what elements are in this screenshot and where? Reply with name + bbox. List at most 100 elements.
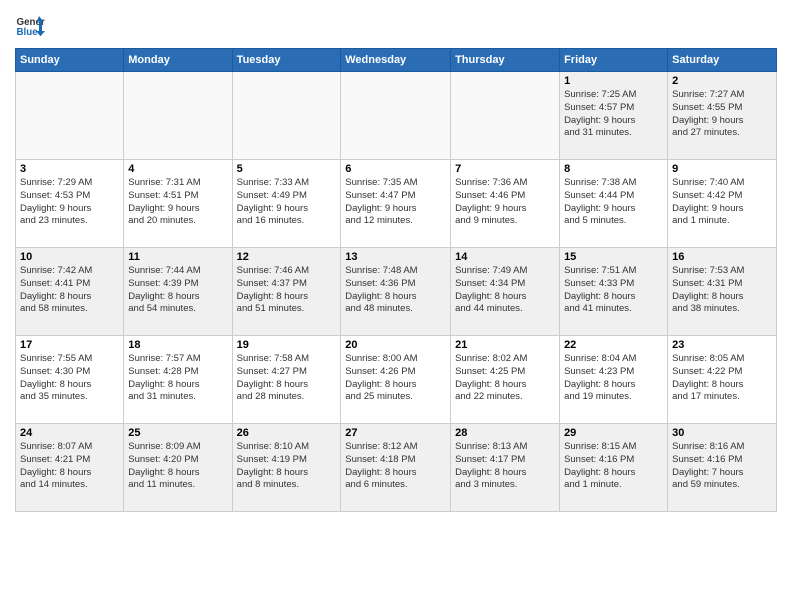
day-info: Sunrise: 8:16 AM Sunset: 4:16 PM Dayligh… bbox=[672, 441, 772, 492]
day-info: Sunrise: 8:12 AM Sunset: 4:18 PM Dayligh… bbox=[345, 441, 446, 492]
day-info: Sunrise: 8:10 AM Sunset: 4:19 PM Dayligh… bbox=[237, 441, 337, 492]
day-info: Sunrise: 8:04 AM Sunset: 4:23 PM Dayligh… bbox=[564, 353, 663, 404]
day-number: 23 bbox=[672, 339, 772, 351]
calendar-week-4: 17 Sunrise: 7:55 AM Sunset: 4:30 PM Dayli… bbox=[16, 336, 777, 424]
calendar-cell: 18 Sunrise: 7:57 AM Sunset: 4:28 PM Dayli… bbox=[124, 336, 232, 424]
day-number: 2 bbox=[672, 75, 772, 87]
day-info: Sunrise: 7:46 AM Sunset: 4:37 PM Dayligh… bbox=[237, 265, 337, 316]
day-number: 6 bbox=[345, 163, 446, 175]
calendar-cell bbox=[124, 72, 232, 160]
day-info: Sunrise: 7:25 AM Sunset: 4:57 PM Dayligh… bbox=[564, 89, 663, 140]
calendar-cell: 10 Sunrise: 7:42 AM Sunset: 4:41 PM Dayli… bbox=[16, 248, 124, 336]
calendar-cell: 8 Sunrise: 7:38 AM Sunset: 4:44 PM Daylig… bbox=[560, 160, 668, 248]
day-info: Sunrise: 7:48 AM Sunset: 4:36 PM Dayligh… bbox=[345, 265, 446, 316]
day-number: 24 bbox=[20, 427, 119, 439]
calendar-cell bbox=[341, 72, 451, 160]
day-info: Sunrise: 8:13 AM Sunset: 4:17 PM Dayligh… bbox=[455, 441, 555, 492]
weekday-header-tuesday: Tuesday bbox=[232, 49, 341, 72]
day-number: 18 bbox=[128, 339, 227, 351]
calendar-cell bbox=[451, 72, 560, 160]
calendar-cell: 1 Sunrise: 7:25 AM Sunset: 4:57 PM Daylig… bbox=[560, 72, 668, 160]
calendar-cell: 27 Sunrise: 8:12 AM Sunset: 4:18 PM Dayli… bbox=[341, 424, 451, 512]
day-info: Sunrise: 7:44 AM Sunset: 4:39 PM Dayligh… bbox=[128, 265, 227, 316]
day-info: Sunrise: 7:35 AM Sunset: 4:47 PM Dayligh… bbox=[345, 177, 446, 228]
day-number: 13 bbox=[345, 251, 446, 263]
calendar-cell: 20 Sunrise: 8:00 AM Sunset: 4:26 PM Dayli… bbox=[341, 336, 451, 424]
calendar-cell: 4Sunrise: 7:31 AM Sunset: 4:51 PM Daylig… bbox=[124, 160, 232, 248]
calendar-cell: 17 Sunrise: 7:55 AM Sunset: 4:30 PM Dayli… bbox=[16, 336, 124, 424]
day-number: 28 bbox=[455, 427, 555, 439]
day-info: Sunrise: 7:38 AM Sunset: 4:44 PM Dayligh… bbox=[564, 177, 663, 228]
day-info: Sunrise: 7:58 AM Sunset: 4:27 PM Dayligh… bbox=[237, 353, 337, 404]
day-info: Sunrise: 7:42 AM Sunset: 4:41 PM Dayligh… bbox=[20, 265, 119, 316]
day-info: Sunrise: 8:07 AM Sunset: 4:21 PM Dayligh… bbox=[20, 441, 119, 492]
calendar-header-row: SundayMondayTuesdayWednesdayThursdayFrid… bbox=[16, 49, 777, 72]
logo-icon: General Blue bbox=[15, 10, 45, 40]
calendar-cell: 16 Sunrise: 7:53 AM Sunset: 4:31 PM Dayli… bbox=[668, 248, 777, 336]
day-info: Sunrise: 7:49 AM Sunset: 4:34 PM Dayligh… bbox=[455, 265, 555, 316]
day-number: 20 bbox=[345, 339, 446, 351]
calendar-cell: 26Sunrise: 8:10 AM Sunset: 4:19 PM Dayli… bbox=[232, 424, 341, 512]
day-number: 14 bbox=[455, 251, 555, 263]
calendar-cell: 9 Sunrise: 7:40 AM Sunset: 4:42 PM Daylig… bbox=[668, 160, 777, 248]
day-number: 5 bbox=[237, 163, 337, 175]
weekday-header-saturday: Saturday bbox=[668, 49, 777, 72]
day-number: 1 bbox=[564, 75, 663, 87]
calendar-cell: 22 Sunrise: 8:04 AM Sunset: 4:23 PM Dayli… bbox=[560, 336, 668, 424]
day-number: 10 bbox=[20, 251, 119, 263]
calendar-cell: 25 Sunrise: 8:09 AM Sunset: 4:20 PM Dayli… bbox=[124, 424, 232, 512]
calendar-cell bbox=[232, 72, 341, 160]
calendar-cell: 29 Sunrise: 8:15 AM Sunset: 4:16 PM Dayli… bbox=[560, 424, 668, 512]
calendar-cell: 21Sunrise: 8:02 AM Sunset: 4:25 PM Dayli… bbox=[451, 336, 560, 424]
calendar-week-2: 3 Sunrise: 7:29 AM Sunset: 4:53 PM Daylig… bbox=[16, 160, 777, 248]
day-info: Sunrise: 7:51 AM Sunset: 4:33 PM Dayligh… bbox=[564, 265, 663, 316]
calendar-cell: 23 Sunrise: 8:05 AM Sunset: 4:22 PM Dayli… bbox=[668, 336, 777, 424]
weekday-header-monday: Monday bbox=[124, 49, 232, 72]
day-info: Sunrise: 7:36 AM Sunset: 4:46 PM Dayligh… bbox=[455, 177, 555, 228]
day-info: Sunrise: 8:09 AM Sunset: 4:20 PM Dayligh… bbox=[128, 441, 227, 492]
svg-text:Blue: Blue bbox=[17, 27, 39, 38]
day-number: 9 bbox=[672, 163, 772, 175]
day-number: 25 bbox=[128, 427, 227, 439]
logo: General Blue bbox=[15, 10, 45, 40]
day-info: Sunrise: 8:05 AM Sunset: 4:22 PM Dayligh… bbox=[672, 353, 772, 404]
calendar-week-1: 1 Sunrise: 7:25 AM Sunset: 4:57 PM Daylig… bbox=[16, 72, 777, 160]
calendar-cell: 12 Sunrise: 7:46 AM Sunset: 4:37 PM Dayli… bbox=[232, 248, 341, 336]
calendar-cell: 11Sunrise: 7:44 AM Sunset: 4:39 PM Dayli… bbox=[124, 248, 232, 336]
day-number: 22 bbox=[564, 339, 663, 351]
day-info: Sunrise: 7:27 AM Sunset: 4:55 PM Dayligh… bbox=[672, 89, 772, 140]
calendar-cell bbox=[16, 72, 124, 160]
calendar-week-3: 10 Sunrise: 7:42 AM Sunset: 4:41 PM Dayli… bbox=[16, 248, 777, 336]
calendar-cell: 19Sunrise: 7:58 AM Sunset: 4:27 PM Dayli… bbox=[232, 336, 341, 424]
day-number: 15 bbox=[564, 251, 663, 263]
day-info: Sunrise: 7:57 AM Sunset: 4:28 PM Dayligh… bbox=[128, 353, 227, 404]
day-number: 16 bbox=[672, 251, 772, 263]
day-info: Sunrise: 8:15 AM Sunset: 4:16 PM Dayligh… bbox=[564, 441, 663, 492]
weekday-header-wednesday: Wednesday bbox=[341, 49, 451, 72]
day-info: Sunrise: 7:33 AM Sunset: 4:49 PM Dayligh… bbox=[237, 177, 337, 228]
day-number: 30 bbox=[672, 427, 772, 439]
day-info: Sunrise: 8:02 AM Sunset: 4:25 PM Dayligh… bbox=[455, 353, 555, 404]
day-number: 29 bbox=[564, 427, 663, 439]
day-number: 12 bbox=[237, 251, 337, 263]
day-info: Sunrise: 7:40 AM Sunset: 4:42 PM Dayligh… bbox=[672, 177, 772, 228]
day-info: Sunrise: 7:29 AM Sunset: 4:53 PM Dayligh… bbox=[20, 177, 119, 228]
day-number: 4 bbox=[128, 163, 227, 175]
day-info: Sunrise: 8:00 AM Sunset: 4:26 PM Dayligh… bbox=[345, 353, 446, 404]
calendar-week-5: 24 Sunrise: 8:07 AM Sunset: 4:21 PM Dayli… bbox=[16, 424, 777, 512]
day-number: 8 bbox=[564, 163, 663, 175]
day-number: 27 bbox=[345, 427, 446, 439]
weekday-header-thursday: Thursday bbox=[451, 49, 560, 72]
day-number: 3 bbox=[20, 163, 119, 175]
page-header: General Blue bbox=[15, 10, 777, 40]
calendar-cell: 30 Sunrise: 8:16 AM Sunset: 4:16 PM Dayli… bbox=[668, 424, 777, 512]
calendar-cell: 2 Sunrise: 7:27 AM Sunset: 4:55 PM Daylig… bbox=[668, 72, 777, 160]
calendar-table: SundayMondayTuesdayWednesdayThursdayFrid… bbox=[15, 48, 777, 512]
calendar-cell: 6 Sunrise: 7:35 AM Sunset: 4:47 PM Daylig… bbox=[341, 160, 451, 248]
calendar-cell: 28 Sunrise: 8:13 AM Sunset: 4:17 PM Dayli… bbox=[451, 424, 560, 512]
day-number: 17 bbox=[20, 339, 119, 351]
day-info: Sunrise: 7:53 AM Sunset: 4:31 PM Dayligh… bbox=[672, 265, 772, 316]
day-info: Sunrise: 7:55 AM Sunset: 4:30 PM Dayligh… bbox=[20, 353, 119, 404]
calendar-cell: 13 Sunrise: 7:48 AM Sunset: 4:36 PM Dayli… bbox=[341, 248, 451, 336]
calendar-cell: 7Sunrise: 7:36 AM Sunset: 4:46 PM Daylig… bbox=[451, 160, 560, 248]
